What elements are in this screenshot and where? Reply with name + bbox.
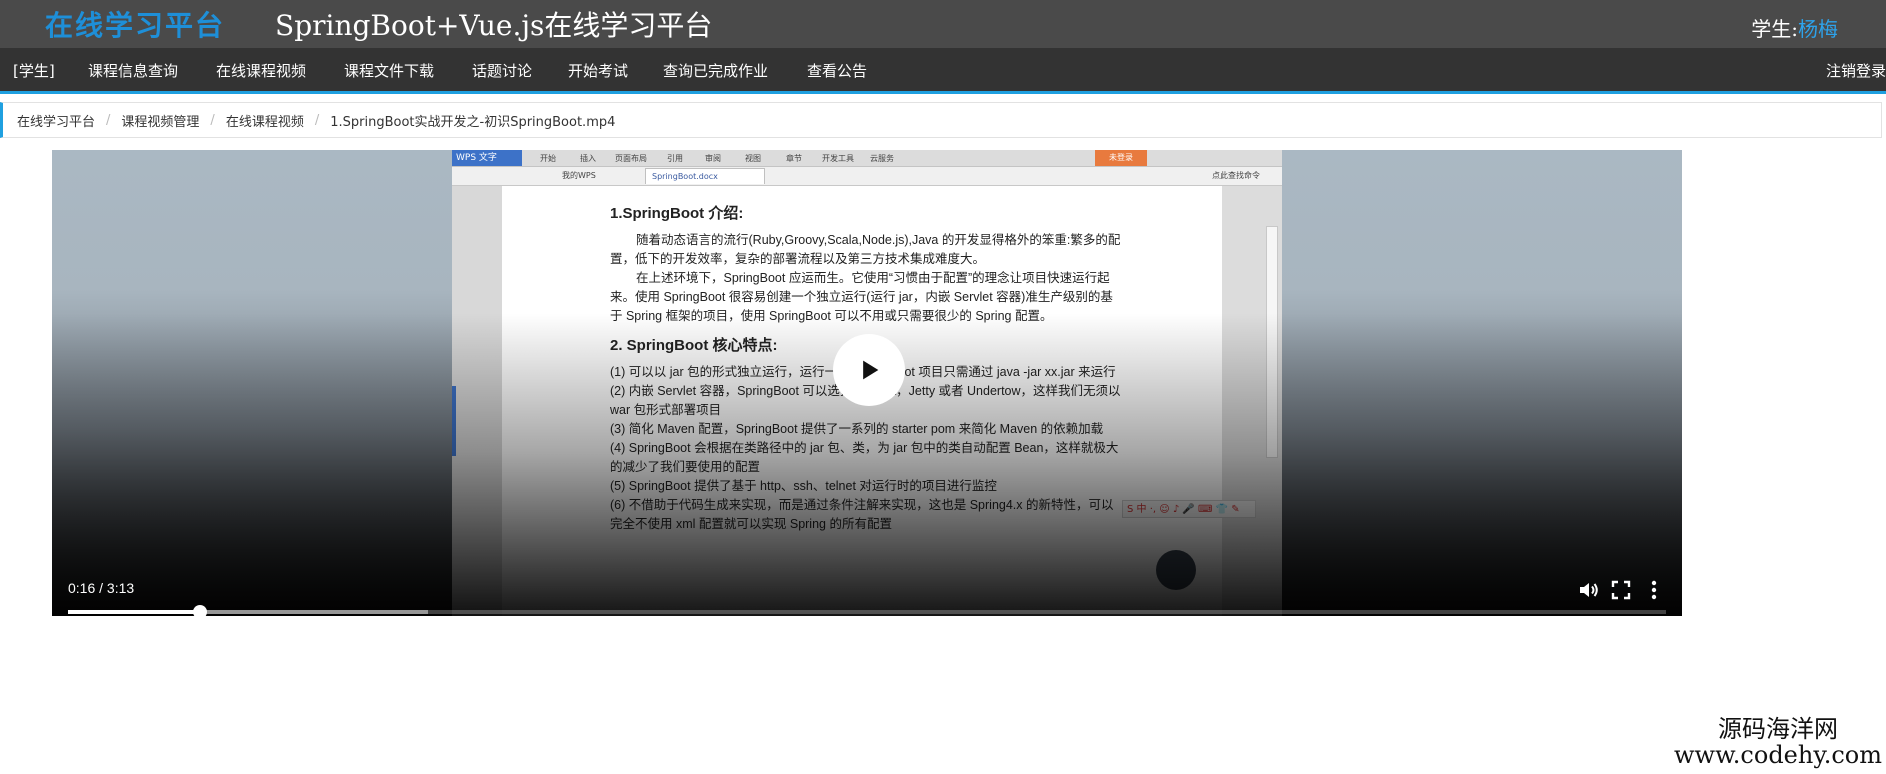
wps-menu-item: 视图 (745, 154, 761, 163)
progress-bar[interactable] (68, 605, 1666, 616)
wps-app-label: WPS 文字 (452, 150, 522, 166)
more-vert-icon[interactable] (1642, 578, 1666, 602)
wps-rail-marker (452, 386, 456, 456)
watermark: 源码海洋网 www.codehy.com (1674, 716, 1882, 768)
user-info: 学生:杨梅 (1751, 13, 1838, 42)
wps-login-badge: 未登录 (1095, 150, 1147, 166)
ime-toolbar: S 中 ·, ☺ ♪ 🎤 ⌨ 👕 ✎ (1122, 500, 1256, 518)
breadcrumb-separator: / (106, 112, 111, 128)
doc-heading-1: 1.SpringBoot 介绍: (610, 205, 744, 222)
page-title: SpringBoot+Vue.js在线学习平台 (275, 9, 713, 42)
progress-thumb[interactable] (193, 605, 208, 616)
nav-item-file-download[interactable]: 课程文件下载 (344, 60, 434, 81)
wps-right-rail (1222, 186, 1282, 616)
nav-item-announcement[interactable]: 查看公告 (807, 60, 867, 81)
wps-menu-item: 引用 (667, 154, 683, 163)
wps-menu-item: 开发工具 (822, 154, 854, 163)
wps-titlebar: WPS 文字 开始 插入 页面布局 引用 审阅 视图 章节 开发工具 云服务 未… (452, 150, 1282, 167)
brand-logo-text[interactable]: 在线学习平台 (45, 4, 225, 44)
breadcrumb-item-platform[interactable]: 在线学习平台 (17, 111, 95, 130)
nav-item-course-video[interactable]: 在线课程视频 (216, 60, 306, 81)
nav-item-role[interactable]: [学生] (13, 60, 55, 81)
watermark-url: www.codehy.com (1674, 741, 1882, 769)
wps-doc-tab: SpringBoot.docx (645, 168, 765, 184)
doc-paragraph: 在上述环境下，SpringBoot 应运而生。它使用“习惯由于配置”的理念让项目… (610, 271, 1113, 323)
wps-left-rail (452, 186, 502, 616)
doc-paragraph: 随着动态语言的流行(Ruby,Groovy,Scala,Node.js),Jav… (610, 233, 1121, 266)
play-button[interactable] (833, 334, 905, 406)
breadcrumb-item-course-video[interactable]: 在线课程视频 (226, 111, 304, 130)
wps-menu-item: 插入 (580, 154, 596, 163)
doc-list-item: (3) 简化 Maven 配置，SpringBoot 提供了一系列的 start… (610, 422, 1104, 436)
user-name[interactable]: 杨梅 (1798, 17, 1838, 41)
recording-avatar (1156, 550, 1196, 590)
breadcrumb-separator: / (314, 112, 320, 128)
video-player[interactable]: WPS 文字 开始 插入 页面布局 引用 审阅 视图 章节 开发工具 云服务 未… (52, 150, 1682, 616)
breadcrumb-item-video-manage[interactable]: 课程视频管理 (121, 111, 199, 130)
wps-search-label: 点此查找命令 (1212, 171, 1260, 180)
wps-menu-item: 开始 (540, 154, 556, 163)
wps-menu-item: 云服务 (870, 154, 894, 163)
watermark-name: 源码海洋网 (1718, 715, 1838, 743)
play-icon (863, 360, 879, 380)
nav-item-course-info[interactable]: 课程信息查询 (88, 60, 178, 81)
wps-home-tab: 我的WPS (562, 171, 596, 180)
wps-toolbar: 我的WPS SpringBoot.docx 点此查找命令 (452, 167, 1282, 186)
wps-scrollbar (1266, 226, 1278, 458)
breadcrumb: 在线学习平台 / 课程视频管理 / 在线课程视频 / 1.SpringBoot实… (0, 102, 1882, 138)
fullscreen-icon[interactable] (1609, 578, 1633, 602)
doc-list-item: (4) SpringBoot 会根据在类路径中的 jar 包、类，为 jar 包… (610, 441, 1119, 474)
volume-icon[interactable] (1577, 578, 1601, 602)
doc-list-item: (5) SpringBoot 提供了基于 http、ssh、telnet 对运行… (610, 479, 997, 493)
breadcrumb-current: 1.SpringBoot实战开发之-初识SpringBoot.mp4 (330, 114, 616, 130)
main-nav: [学生] 课程信息查询 在线课程视频 课程文件下载 话题讨论 开始考试 查询已完… (0, 48, 1886, 94)
doc-list-item: (6) 不借助于代码生成来实现，而是通过条件注解来实现，这也是 Spring4.… (610, 498, 1114, 531)
nav-item-homework[interactable]: 查询已完成作业 (663, 60, 768, 81)
user-role-label: 学生: (1751, 17, 1798, 41)
wps-menu-item: 审阅 (705, 154, 721, 163)
breadcrumb-separator: / (210, 112, 215, 128)
wps-menu-item: 页面布局 (615, 154, 647, 163)
nav-item-exam[interactable]: 开始考试 (568, 60, 628, 81)
nav-item-discussion[interactable]: 话题讨论 (472, 60, 532, 81)
wps-menu-item: 章节 (786, 154, 802, 163)
logout-button[interactable]: 注销登录 (1826, 60, 1886, 81)
time-display: 0:16 / 3:13 (68, 580, 135, 596)
progress-played (68, 610, 201, 614)
top-header: 在线学习平台 SpringBoot+Vue.js在线学习平台 学生:杨梅 (0, 0, 1886, 48)
